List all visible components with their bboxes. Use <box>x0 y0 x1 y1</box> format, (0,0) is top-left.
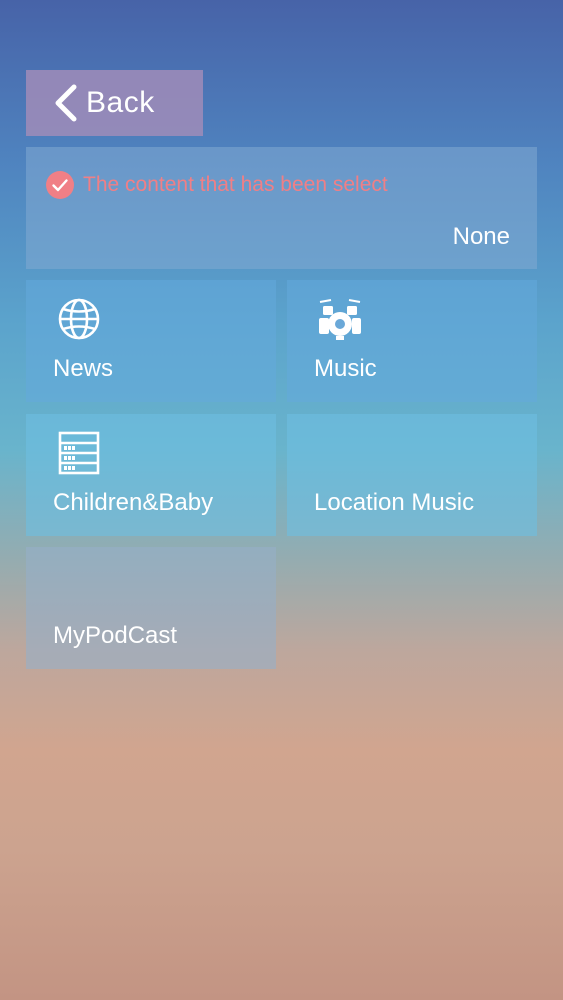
chevron-left-icon <box>55 84 77 122</box>
back-button[interactable]: Back <box>26 70 203 136</box>
shelf-icon <box>58 431 100 475</box>
selected-content-title: The content that has been select <box>83 173 388 196</box>
category-tile-music[interactable]: Music <box>287 280 537 402</box>
category-label: Music <box>314 355 377 382</box>
category-label: Location Music <box>314 489 475 516</box>
category-label: MyPodCast <box>53 622 178 649</box>
category-label: News <box>53 355 114 382</box>
category-tile-children-baby[interactable]: Children&Baby <box>26 414 276 536</box>
drum-kit-icon <box>319 299 361 340</box>
selected-content-value: None <box>452 223 510 250</box>
selected-content-panel: The content that has been select None <box>26 147 537 269</box>
back-label: Back <box>86 86 155 119</box>
check-circle-icon <box>46 171 74 199</box>
category-tile-location-music[interactable]: Location Music <box>287 414 537 536</box>
globe-icon <box>58 298 100 340</box>
category-tile-news[interactable]: News <box>26 280 276 402</box>
category-label: Children&Baby <box>53 489 214 516</box>
category-tile-mypodcast[interactable]: MyPodCast <box>26 547 276 669</box>
